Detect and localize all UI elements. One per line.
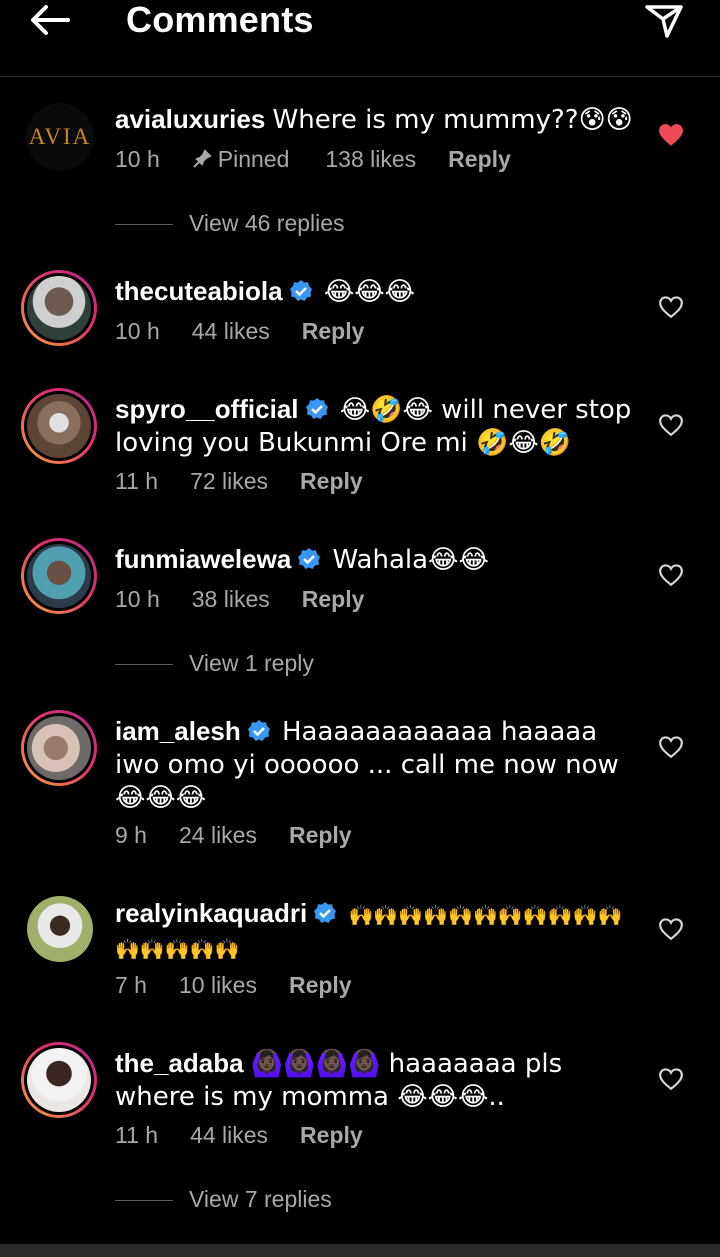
comment-text: funmiawelewa Wahala😂😂	[115, 543, 635, 576]
reply-button[interactable]: Reply	[289, 822, 352, 848]
view-replies-button[interactable]: View 46 replies	[115, 210, 345, 237]
pinned-label: Pinned	[192, 146, 289, 172]
reply-button[interactable]: Reply	[448, 146, 511, 172]
comment-username[interactable]: the_adaba	[115, 1048, 244, 1078]
comment-time: 7 h	[115, 972, 147, 998]
replies-divider	[115, 224, 173, 226]
likes-count[interactable]: 44 likes	[190, 1122, 268, 1148]
avatar-logo-text: AVIA	[28, 124, 92, 149]
reply-button[interactable]: Reply	[300, 1122, 363, 1148]
likes-count[interactable]: 138 likes	[325, 146, 416, 172]
avatar[interactable]	[21, 1042, 97, 1118]
likes-count[interactable]: 24 likes	[179, 822, 257, 848]
comment-meta: 7 h 10 likes Reply	[115, 972, 384, 999]
avatar[interactable]	[21, 710, 97, 786]
heart-outline-icon[interactable]	[658, 735, 684, 759]
likes-count[interactable]: 72 likes	[190, 468, 268, 494]
heart-liked-icon[interactable]	[658, 123, 684, 147]
comment-meta: 10 h 44 likes Reply	[115, 318, 396, 345]
view-replies-button[interactable]: View 1 reply	[115, 650, 314, 677]
bottom-edge	[0, 1244, 720, 1257]
send-icon[interactable]	[644, 2, 684, 40]
verified-badge-icon	[298, 548, 321, 569]
comment-time: 10 h	[115, 318, 160, 344]
avatar[interactable]: AVIA	[26, 103, 94, 171]
comment-text: avialuxuries Where is my mummy??😰😰	[115, 103, 635, 136]
avatar[interactable]	[21, 388, 97, 464]
comment-username[interactable]: iam_alesh	[115, 716, 241, 746]
comment-text: thecuteabiola 😂😂😂	[115, 275, 635, 308]
view-replies-label: View 1 reply	[189, 650, 314, 676]
comment-time: 11 h	[115, 468, 159, 494]
reply-button[interactable]: Reply	[302, 586, 365, 612]
comment-text: the_adaba 🙆🏿‍♀️🙆🏿‍♀️🙆🏿‍♀️🙆🏿‍♀️ haaaaaaa …	[115, 1047, 635, 1113]
reply-button[interactable]: Reply	[289, 972, 352, 998]
likes-count[interactable]: 38 likes	[192, 586, 270, 612]
page-title: Comments	[126, 0, 314, 40]
reply-button[interactable]: Reply	[300, 468, 363, 494]
header-bar: Comments	[0, 0, 720, 77]
heart-outline-icon[interactable]	[658, 295, 684, 319]
comment-meta: 10 h Pinned 138 likes Reply	[115, 146, 543, 173]
verified-badge-icon	[314, 902, 337, 923]
comment-meta: 9 h 24 likes Reply	[115, 822, 384, 849]
back-arrow-icon[interactable]	[28, 2, 72, 38]
comment-username[interactable]: funmiawelewa	[115, 544, 291, 574]
comment-meta: 11 h 72 likes Reply	[115, 468, 395, 495]
heart-outline-icon[interactable]	[658, 563, 684, 587]
replies-divider	[115, 664, 173, 666]
comment-username[interactable]: thecuteabiola	[115, 276, 283, 306]
heart-outline-icon[interactable]	[658, 413, 684, 437]
likes-count[interactable]: 44 likes	[192, 318, 270, 344]
view-replies-button[interactable]: View 7 replies	[115, 1186, 332, 1213]
comment-time: 10 h	[115, 586, 160, 612]
comment-text: iam_alesh Haaaaaaaaaaaa haaaaa iwo omo y…	[115, 715, 635, 814]
comment-body: Wahala😂😂	[332, 545, 489, 575]
avatar[interactable]	[27, 896, 93, 962]
comment-time: 11 h	[115, 1122, 159, 1148]
comment-text: spyro__official 😂🤣😂 will never stop lovi…	[115, 393, 635, 459]
verified-badge-icon	[305, 398, 328, 419]
heart-outline-icon[interactable]	[658, 917, 684, 941]
comment-meta: 11 h 44 likes Reply	[115, 1122, 395, 1149]
comment-username[interactable]: realyinkaquadri	[115, 898, 307, 928]
reply-button[interactable]: Reply	[302, 318, 365, 344]
verified-badge-icon	[247, 720, 270, 741]
pin-icon	[193, 149, 212, 168]
verified-badge-icon	[289, 280, 312, 301]
comment-time: 9 h	[115, 822, 147, 848]
comment-body: Where is my mummy??😰😰	[272, 105, 633, 135]
comment-time: 10 h	[115, 146, 160, 172]
view-replies-label: View 7 replies	[189, 1186, 332, 1212]
comment-body: 😂😂😂	[323, 277, 415, 307]
comment-meta: 10 h 38 likes Reply	[115, 586, 396, 613]
comment-text: realyinkaquadri 🙌🙌🙌🙌🙌🙌🙌🙌🙌🙌🙌🙌🙌🙌🙌🙌	[115, 897, 635, 965]
avatar[interactable]	[21, 538, 97, 614]
comment-username[interactable]: avialuxuries	[115, 104, 265, 134]
replies-divider	[115, 1200, 173, 1202]
avatar[interactable]	[21, 270, 97, 346]
likes-count[interactable]: 10 likes	[179, 972, 257, 998]
view-replies-label: View 46 replies	[189, 210, 345, 236]
comment-username[interactable]: spyro__official	[115, 394, 299, 424]
heart-outline-icon[interactable]	[658, 1067, 684, 1091]
